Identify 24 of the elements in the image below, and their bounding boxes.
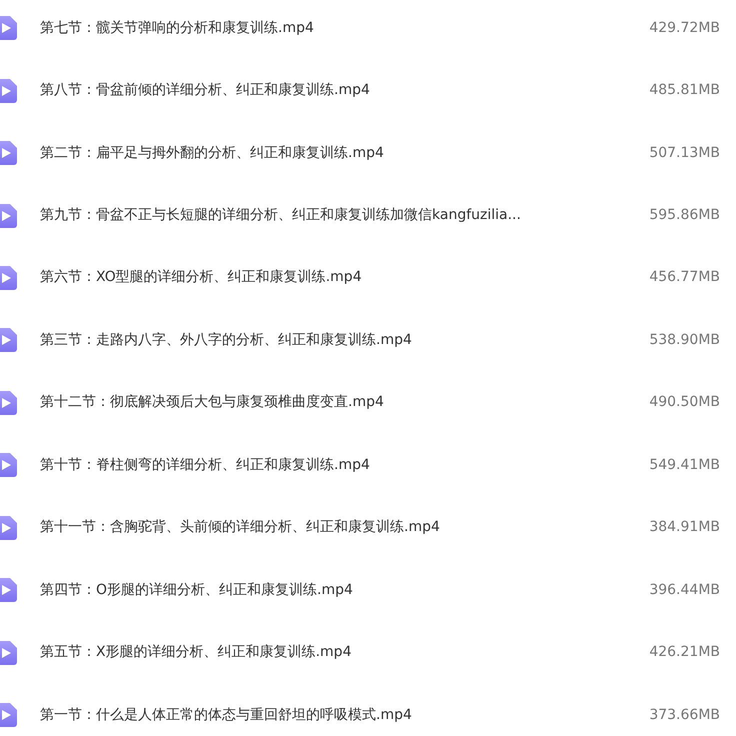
file-size: 426.21MB xyxy=(649,643,720,662)
file-size: 384.91MB xyxy=(649,518,720,538)
file-size: 595.86MB xyxy=(649,206,720,226)
file-name[interactable]: 第五节：X形腿的详细分析、纠正和康复训练.mp4 xyxy=(40,642,352,664)
file-size: 490.50MB xyxy=(649,393,720,412)
file-name[interactable]: 第九节：骨盆不正与长短腿的详细分析、纠正和康复训练加微信kangfuzilia... xyxy=(40,205,521,226)
file-name[interactable]: 第八节：骨盆前倾的详细分析、纠正和康复训练.mp4 xyxy=(40,80,370,102)
file-size: 507.13MB xyxy=(649,144,720,163)
file-size: 485.81MB xyxy=(649,81,720,100)
file-name[interactable]: 第十一节：含胸驼背、头前倾的详细分析、纠正和康复训练.mp4 xyxy=(40,517,440,538)
file-size: 456.77MB xyxy=(649,268,720,288)
file-name[interactable]: 第三节：走路内八字、外八字的分析、纠正和康复训练.mp4 xyxy=(40,330,412,351)
file-name[interactable]: 第二节：扁平足与拇外翻的分析、纠正和康复训练.mp4 xyxy=(40,142,384,164)
file-name[interactable]: 第一节：什么是人体正常的体态与重回舒坦的呼吸模式.mp4 xyxy=(40,704,412,726)
file-name[interactable]: 第六节：XO型腿的详细分析、纠正和康复训练.mp4 xyxy=(40,267,362,288)
file-size: 429.72MB xyxy=(649,18,720,38)
file-name[interactable]: 第十二节：彻底解决颈后大包与康复颈椎曲度变直.mp4 xyxy=(40,392,384,414)
file-name[interactable]: 第十节：脊柱侧弯的详细分析、纠正和康复训练.mp4 xyxy=(40,454,370,476)
file-name[interactable]: 第四节：O形腿的详细分析、纠正和康复训练.mp4 xyxy=(40,580,353,601)
file-name[interactable]: 第七节：髋关节弹响的分析和康复训练.mp4 xyxy=(40,18,314,39)
file-size: 396.44MB xyxy=(649,580,720,600)
file-size: 373.66MB xyxy=(649,706,720,725)
file-size: 538.90MB xyxy=(649,330,720,350)
file-size: 549.41MB xyxy=(649,456,720,475)
